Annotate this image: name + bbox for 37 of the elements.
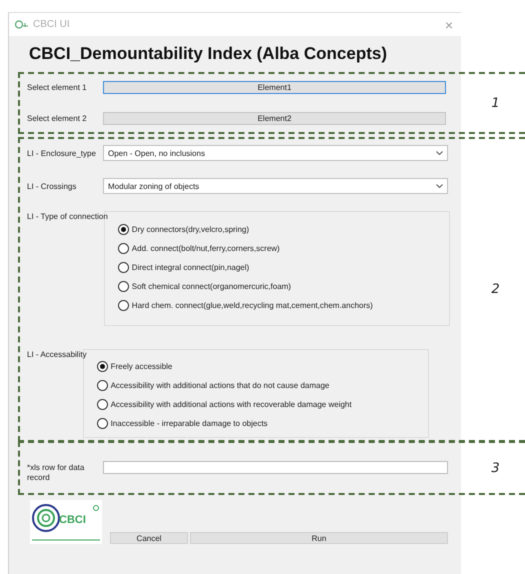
radio-option[interactable]: Inaccessible - irreparable damage to objects — [96, 418, 428, 430]
annotation-number: 1 — [491, 96, 500, 111]
field-label: Select element 2 — [27, 113, 88, 126]
radio-label: Dry connectors(dry,velcro,spring) — [132, 225, 250, 234]
cancel-button[interactable]: Cancel — [110, 532, 188, 544]
select-element-button[interactable]: Element1 — [103, 81, 446, 94]
logo: CBCI — [30, 500, 102, 544]
radio-option[interactable]: Hard chem. connect(glue,weld,recycling mat,cement,chem.anchors) — [118, 300, 449, 312]
field-label: LI - Type of connection — [27, 211, 108, 224]
annotation-number: 2 — [491, 282, 500, 298]
window-title: CBCI UI — [33, 19, 71, 30]
radio-label: Direct integral connect(pin,nagel) — [132, 263, 250, 272]
radio-label: Add. connect(bolt/nut,ferry,corners,screw) — [132, 244, 280, 254]
radio-label: Freely accessible — [110, 362, 172, 372]
dropdown[interactable]: Modular zoning of objects — [103, 178, 448, 194]
field-label: LI - Accessability — [27, 349, 87, 362]
radio-option[interactable]: Add. connect(bolt/nut,ferry,corners,screw) — [118, 243, 449, 254]
radio-option[interactable]: Freely accessible — [96, 361, 428, 372]
radio-label: Soft chemical connect(organomercuric,foam) — [132, 282, 291, 292]
run-button[interactable]: Run — [190, 532, 448, 544]
field-label: LI - Crossings — [27, 180, 78, 193]
field-label: LI - Enclosure_type — [27, 148, 97, 160]
radio-option[interactable]: Accessibility with additional actions with recoverable damage weight — [96, 399, 428, 410]
select-element-button[interactable]: Element2 — [103, 112, 446, 126]
radio-option[interactable]: Soft chemical connect(organomercuric,foam) — [118, 281, 449, 292]
radio-option[interactable]: Dry connectors(dry,velcro,spring) — [118, 224, 449, 236]
radio-label: Accessibility with additional actions with recoverable damage weight — [110, 400, 352, 410]
form-heading: CBCI_Demountability Index (Alba Concepts) — [28, 43, 388, 65]
radio-option[interactable]: Direct integral connect(pin,nagel) — [118, 262, 449, 274]
radio-label: Inaccessible - irreparable damage to objects — [110, 419, 268, 428]
field-label: Select element 1 — [27, 82, 88, 94]
radio-option[interactable]: Accessibility with additional actions that do not cause damage — [96, 380, 428, 392]
radio-label: Hard chem. connect(glue,weld,recycling mat,cement,chem.anchors) — [132, 301, 373, 310]
annotation-number: 3 — [491, 460, 500, 476]
radio-label: Accessibility with additional actions that do not cause damage — [110, 381, 330, 390]
dropdown[interactable]: Open - Open, no inclusions — [103, 145, 448, 162]
field-label: *xls row for data record — [27, 463, 86, 484]
